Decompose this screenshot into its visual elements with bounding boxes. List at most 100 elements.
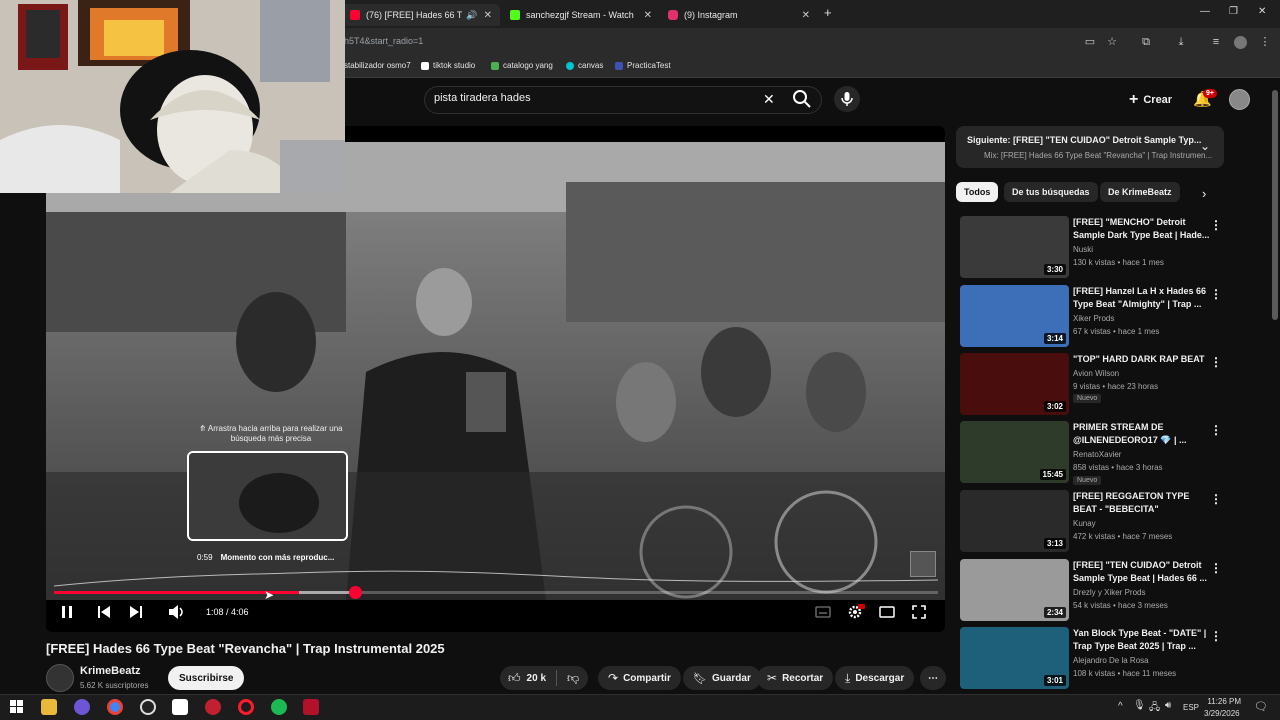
video-thumbnail[interactable]: 3:01 (960, 627, 1069, 689)
bookmark-star-icon[interactable]: ☆ (1105, 35, 1119, 49)
chevron-down-icon[interactable]: ⌄ (1200, 139, 1210, 153)
close-tab-icon[interactable]: ✕ (796, 10, 810, 21)
progress-scrubber[interactable] (348, 586, 362, 599)
kebab-menu-icon[interactable]: ⋮ (1210, 355, 1222, 369)
tray-chevron-icon[interactable]: ^ (1118, 701, 1123, 712)
clip-button[interactable]: ✂ Recortar (757, 666, 834, 690)
subtitles-button[interactable] (815, 605, 831, 622)
video-channel[interactable]: Nuski (1073, 245, 1093, 254)
video-thumbnail[interactable]: 2:34 (960, 559, 1069, 621)
bookmark-stabilizador[interactable]: stabilizador osmo7 (344, 61, 411, 70)
video-channel[interactable]: Avion Wilson (1073, 369, 1119, 378)
video-title[interactable]: [FREE] "MENCHO" Detroit Sample Dark Type… (1073, 216, 1213, 242)
bookmark-tiktok-studio[interactable]: tiktok studio (421, 61, 475, 70)
microphone-tray-icon[interactable]: 🎙︎ (1133, 700, 1146, 711)
search-icon[interactable] (791, 88, 813, 110)
language-indicator[interactable]: ESP (1183, 703, 1199, 712)
more-actions-button[interactable]: ⋯ (920, 666, 946, 690)
video-thumbnail[interactable]: 15:45 (960, 421, 1069, 483)
spotify-icon[interactable] (271, 699, 287, 715)
video-title[interactable]: "TOP" HARD DARK RAP BEAT (1073, 353, 1213, 366)
network-icon[interactable]: 🖧︎ (1149, 700, 1160, 717)
close-tab-icon[interactable]: ✕ (478, 10, 492, 21)
file-explorer-icon[interactable] (41, 699, 57, 715)
notification-center-icon[interactable]: 🗨︎ (1254, 700, 1268, 713)
kebab-menu-icon[interactable]: ⋮ (1210, 287, 1222, 301)
create-button[interactable]: + Crear (1129, 91, 1172, 109)
cast-icon[interactable]: ▭ (1083, 35, 1097, 49)
channel-avatar[interactable] (46, 664, 74, 692)
chip-from-searches[interactable]: De tus búsquedas (1004, 182, 1098, 202)
extensions-icon[interactable]: ⧉ (1139, 35, 1153, 49)
search-input[interactable] (434, 92, 734, 104)
tab-instagram[interactable]: (9) Instagram ✕ (660, 4, 818, 26)
recommendation-item[interactable]: 15:45 PRIMER STREAM DE @ILNENEDEORO17 💎 |… (956, 421, 1226, 487)
fullscreen-button[interactable] (912, 605, 926, 622)
page-scrollbar[interactable] (1272, 90, 1278, 320)
clear-search-icon[interactable]: ✕ (763, 91, 775, 108)
previous-button[interactable] (97, 604, 111, 623)
video-channel[interactable]: RenatoXavier (1073, 450, 1121, 459)
bookmark-catalogo-yang[interactable]: catalogo yang (491, 61, 553, 70)
video-channel[interactable]: Xiker Prods (1073, 314, 1114, 323)
recommendation-item[interactable]: 2:34 [FREE] "TEN CUIDAO" Detroit Sample T… (956, 559, 1226, 625)
chrome-icon[interactable] (107, 699, 123, 715)
recommendation-item[interactable]: 3:14 [FREE] Hanzel La H x Hades 66 Type B… (956, 285, 1226, 351)
kebab-menu-icon[interactable]: ⋮ (1210, 561, 1222, 575)
video-thumbnail[interactable]: 3:02 (960, 353, 1069, 415)
video-title[interactable]: [FREE] "TEN CUIDAO" Detroit Sample Type … (1073, 559, 1213, 585)
tab-kick-stream[interactable]: sanchezgjf Stream - Watch Live ✕ (502, 4, 660, 26)
voicemeeter-icon[interactable] (303, 699, 319, 715)
like-button[interactable]: 👍︎ 20 k (500, 670, 558, 686)
volume-tray-icon[interactable]: 🔊︎ (1165, 700, 1171, 711)
bookmark-practicatest[interactable]: PracticaTest (615, 61, 671, 70)
pause-button[interactable] (60, 604, 74, 623)
account-avatar[interactable] (1229, 89, 1250, 110)
maximize-icon[interactable]: ❐ (1229, 6, 1238, 17)
up-next-box[interactable]: Siguiente: [FREE] "TEN CUIDAO" Detroit S… (956, 126, 1224, 168)
subscribe-button[interactable]: Suscribirse (168, 666, 245, 690)
minimize-icon[interactable]: — (1200, 6, 1210, 17)
settings-button[interactable] (847, 604, 865, 623)
theater-mode-button[interactable] (879, 605, 895, 622)
video-title[interactable]: Yan Block Type Beat - "DATE" | Trap Type… (1073, 627, 1213, 653)
chip-all[interactable]: Todos (956, 182, 999, 202)
obs-icon[interactable] (140, 699, 156, 715)
clock-time[interactable]: 11:26 PM (1207, 697, 1241, 706)
voice-search-button[interactable] (834, 86, 860, 112)
profile-avatar-icon[interactable] (1234, 36, 1247, 49)
chip-from-channel[interactable]: De KrimeBeatz (1100, 182, 1180, 202)
app-icon[interactable] (205, 699, 221, 715)
video-channel[interactable]: Drezly y Xiker Prods (1073, 588, 1145, 597)
capcut-icon[interactable] (172, 699, 188, 715)
video-thumbnail[interactable]: 3:14 (960, 285, 1069, 347)
next-button[interactable] (129, 604, 143, 623)
video-thumbnail[interactable]: 3:13 (960, 490, 1069, 552)
tab-youtube[interactable]: (76) [FREE] Hades 66 Type B 🔊 ✕ (342, 4, 500, 26)
video-channel[interactable]: Alejandro De la Rosa (1073, 656, 1149, 665)
recommendation-item[interactable]: 3:02 "TOP" HARD DARK RAP BEAT Avion Wilson… (956, 353, 1226, 419)
kebab-menu-icon[interactable]: ⋮ (1210, 629, 1222, 643)
recommendation-item[interactable]: 3:30 [FREE] "MENCHO" Detroit Sample Dark … (956, 216, 1226, 282)
kebab-menu-icon[interactable]: ⋮ (1210, 423, 1222, 437)
downloads-icon[interactable]: ⤓ (1174, 35, 1188, 49)
video-channel[interactable]: Kunay (1073, 519, 1096, 528)
browser-menu-icon[interactable]: ⋮ (1258, 35, 1272, 49)
windows-start-icon[interactable] (10, 700, 23, 713)
recommendation-item[interactable]: 3:13 [FREE] REGGAETON TYPE BEAT - "BEBECI… (956, 490, 1226, 556)
chevron-right-icon[interactable]: › (1202, 186, 1206, 201)
close-window-icon[interactable]: ✕ (1258, 6, 1266, 17)
new-tab-button[interactable]: + (824, 5, 832, 20)
video-title[interactable]: [FREE] Hanzel La H x Hades 66 Type Beat … (1073, 285, 1213, 311)
app-icon[interactable] (74, 699, 90, 715)
bookmark-canvas[interactable]: canvas (566, 61, 603, 70)
dislike-button[interactable]: 👎︎ (557, 671, 589, 686)
clock-date[interactable]: 3/29/2026 (1204, 709, 1240, 718)
download-button[interactable]: ⤓ Descargar (835, 666, 915, 690)
channel-name[interactable]: KrimeBeatz (80, 665, 141, 677)
address-bar-url[interactable]: h5T4&start_radio=1 (344, 36, 423, 46)
close-tab-icon[interactable]: ✕ (638, 10, 652, 21)
kebab-menu-icon[interactable]: ⋮ (1210, 218, 1222, 232)
video-player[interactable]: ⤊ Arrastra hacia arriba para realizar un… (46, 126, 945, 632)
video-title[interactable]: [FREE] REGGAETON TYPE BEAT - "BEBECITA" (1073, 490, 1213, 516)
